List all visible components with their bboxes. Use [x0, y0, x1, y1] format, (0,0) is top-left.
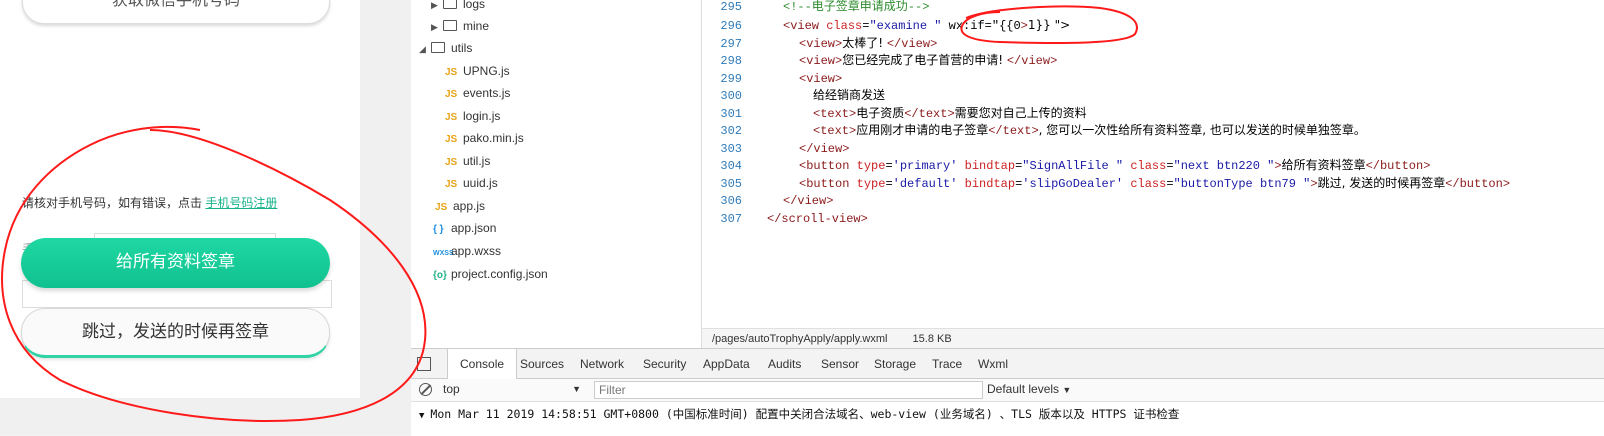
code-line: 306 </view> — [720, 194, 834, 208]
tree-item-file[interactable]: JS uuid.js — [445, 172, 498, 194]
editor-statusbar: /pages/autoTrophyApply/apply.wxml 15.8 K… — [702, 328, 1604, 349]
clear-console-icon[interactable] — [419, 383, 432, 396]
dropdown-arrow-icon: ▼ — [572, 384, 581, 394]
tree-item-file[interactable]: JS login.js — [445, 105, 500, 127]
sign-all-button[interactable]: 给所有资料签章 — [21, 238, 330, 288]
verify-phone-text: 请核对手机号码，如有错误，点击 手机号码注册 — [22, 194, 277, 211]
code-line: 302 <text>应用刚才申请的电子签章</text>, 您可以一次性给所有资料… — [720, 123, 1366, 138]
file-size: 15.8 KB — [912, 333, 952, 345]
tree-item-file[interactable]: JS pako.min.js — [445, 127, 524, 149]
code-line: 305 <button type='default' bindtap='slipG… — [720, 176, 1511, 191]
tab-audits[interactable]: Audits — [768, 349, 801, 378]
tree-item-file[interactable]: JS util.js — [445, 150, 490, 172]
tab-console[interactable]: Console — [447, 349, 518, 379]
filter-input[interactable]: Filter — [594, 381, 983, 399]
file-path: /pages/autoTrophyApply/apply.wxml — [712, 333, 888, 345]
console-toolbar: top ▼ Filter Default levels ▼ — [411, 379, 1604, 402]
js-file-icon: JS — [445, 89, 458, 100]
code-line: 307 </scroll-view> — [720, 212, 868, 226]
code-line: 300 给经销商发送 — [720, 88, 886, 103]
tree-item-logs[interactable]: ▶ logs — [431, 0, 485, 15]
js-file-icon: JS — [445, 67, 458, 78]
folder-icon — [443, 0, 457, 9]
tree-item-file[interactable]: JS UPNG.js — [445, 60, 510, 82]
code-line: 295 <!--电子签章申请成功--> — [720, 0, 930, 14]
js-file-icon: JS — [445, 179, 458, 190]
tab-wxml[interactable]: Wxml — [978, 349, 1008, 378]
tree-item-utils[interactable]: ◢ utils — [419, 37, 472, 59]
code-editor[interactable]: 295 <!--电子签章申请成功--> 296 <view class="exami… — [702, 0, 1604, 328]
phone-register-link[interactable]: 手机号码注册 — [205, 196, 277, 210]
code-line: 303 </view> — [720, 142, 850, 156]
js-file-icon: JS — [445, 112, 458, 123]
panel-gap — [360, 0, 411, 435]
get-wechat-phone-button[interactable]: 获取微信手机号码 — [22, 0, 330, 24]
code-line: 296 <view class="examine " wx:if="{{0>1}}… — [720, 18, 1071, 33]
folder-open-icon — [431, 42, 445, 53]
verify-phone-label: 请核对手机号码，如有错误，点击 — [22, 196, 203, 210]
js-file-icon: JS — [435, 202, 448, 213]
file-tree: ▶ logs ▶ mine ◢ utils JS UPNG.js JS events.js… — [411, 0, 702, 348]
json-file-icon: { } — [433, 224, 444, 235]
log-levels-select[interactable]: Default levels ▼ — [987, 381, 1071, 399]
simulator-screen: 获取微信手机号码 请核对手机号码，如有错误，点击 手机号码注册 手 给所有资料签… — [0, 0, 360, 398]
code-line: 297 <view>太棒了! </view> — [720, 36, 938, 51]
skip-sign-button[interactable]: 跳过，发送的时候再签章 — [21, 308, 330, 358]
tab-sensor[interactable]: Sensor — [821, 349, 859, 378]
folder-icon — [443, 20, 457, 31]
tree-item-mine[interactable]: ▶ mine — [431, 15, 489, 37]
inspect-icon[interactable] — [417, 357, 431, 371]
code-line: 301 <text>电子资质</text>需要您对自己上传的资料 — [720, 106, 1087, 121]
code-line: 299 <view> — [720, 72, 843, 86]
js-file-icon: JS — [445, 134, 458, 145]
config-file-icon: {o} — [433, 270, 447, 281]
tab-network[interactable]: Network — [580, 349, 624, 378]
dropdown-arrow-icon: ▼ — [1062, 385, 1072, 395]
expand-arrow-icon[interactable]: ▼ — [419, 411, 424, 421]
chevron-right-icon[interactable]: ▶ — [431, 16, 443, 38]
code-line: 304 <button type='primary' bindtap="SignA… — [720, 158, 1431, 173]
chevron-right-icon[interactable]: ▶ — [431, 0, 443, 16]
context-select[interactable]: top ▼ — [443, 381, 583, 398]
tree-item-file[interactable]: JS events.js — [445, 82, 510, 104]
tree-item-file[interactable]: { } app.json — [433, 217, 496, 239]
chevron-down-icon[interactable]: ◢ — [419, 38, 431, 60]
tab-trace[interactable]: Trace — [932, 349, 962, 378]
js-file-icon: JS — [445, 157, 458, 168]
tab-security[interactable]: Security — [643, 349, 686, 378]
devtools-tabbar: Console Sources Network Security AppData… — [411, 349, 1604, 379]
tab-storage[interactable]: Storage — [874, 349, 916, 378]
tab-appdata[interactable]: AppData — [703, 349, 750, 378]
tab-sources[interactable]: Sources — [520, 349, 564, 378]
wxss-file-icon: WXSS — [433, 250, 454, 257]
simulator-footer — [0, 398, 360, 435]
tree-item-file[interactable]: WXSSapp.wxss — [433, 240, 501, 262]
devtools-panel: Console Sources Network Security AppData… — [411, 348, 1604, 436]
console-log-line: ▼ Mon Mar 11 2019 14:58:51 GMT+0800 (中国标准… — [419, 407, 1180, 421]
tree-item-file[interactable]: JS app.js — [435, 195, 485, 217]
code-line: 298 <view>您已经完成了电子首营的申请! </view> — [720, 53, 1058, 68]
tree-item-file[interactable]: {o} project.config.json — [433, 263, 548, 285]
